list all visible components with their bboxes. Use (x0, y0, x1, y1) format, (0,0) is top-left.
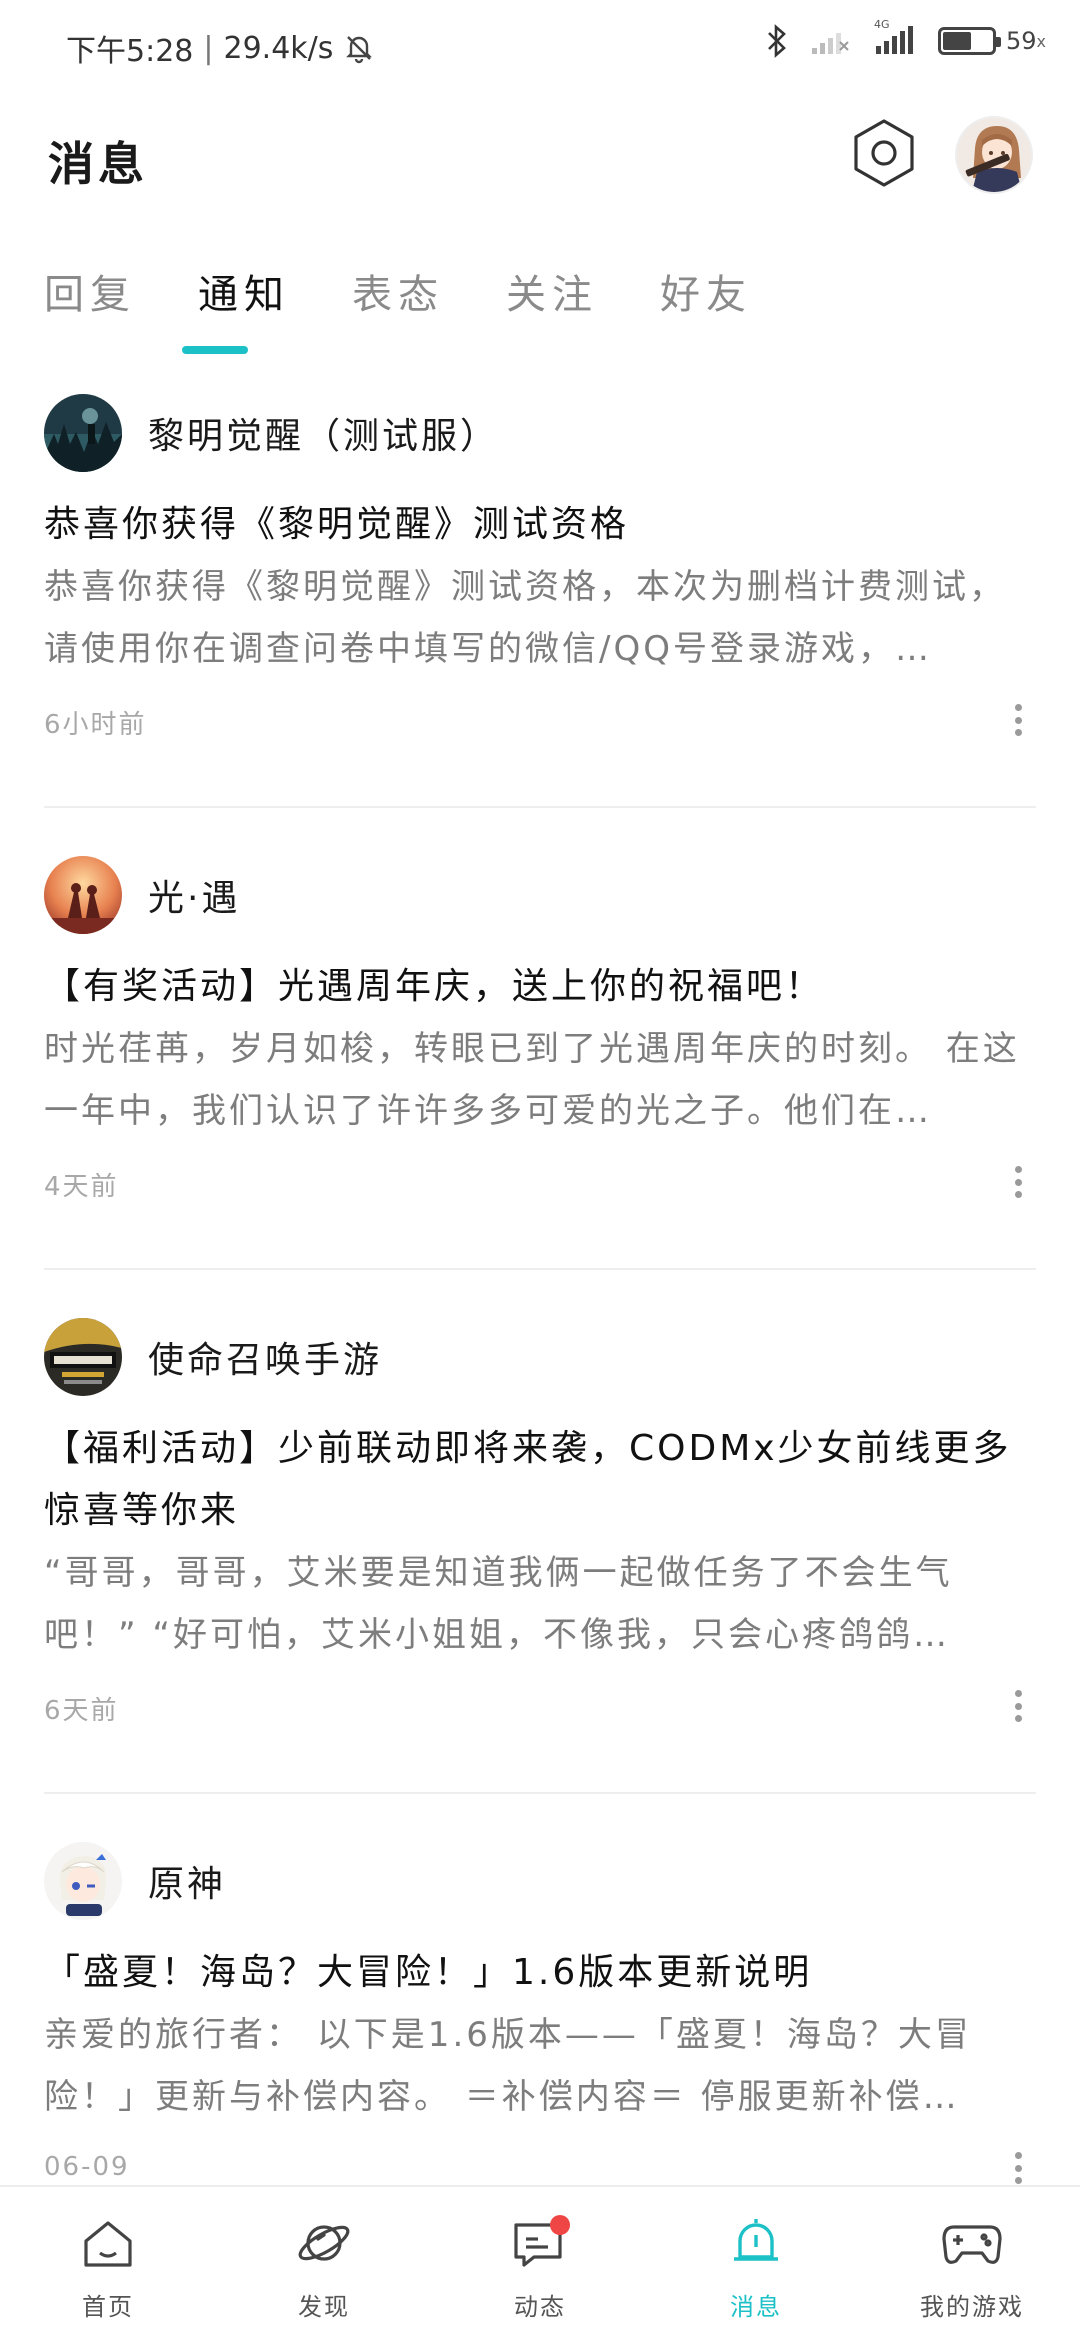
bell-off-icon (343, 32, 375, 64)
nav-discover[interactable]: 发现 (216, 2187, 432, 2340)
nav-my-games[interactable]: 我的游戏 (864, 2187, 1080, 2340)
notification-body: 时光荏苒，岁月如梭，转眼已到了光遇周年庆的时刻。 在这一年中，我们认识了许许多多… (44, 1029, 1020, 1131)
tab-notifications[interactable]: 通知 (198, 262, 290, 342)
network-type-label: 4G (873, 18, 890, 31)
nav-home[interactable]: 首页 (0, 2187, 216, 2340)
settings-button[interactable] (850, 116, 918, 190)
game-avatar[interactable] (44, 1842, 122, 1920)
nav-messages[interactable]: 消息 (648, 2187, 864, 2340)
notification-list: 黎明觉醒（测试服） 恭喜你获得《黎明觉醒》测试资格 恭喜你获得《黎明觉醒》测试资… (0, 388, 1080, 2216)
game-name[interactable]: 黎明觉醒（测试服） (148, 407, 499, 459)
notification-card[interactable]: 光·遇 【有奖活动】光遇周年庆，送上你的祝福吧！ 时光荏苒，岁月如梭，转眼已到了… (0, 850, 1080, 1230)
chat-icon (508, 2211, 572, 2275)
battery-fill (942, 32, 972, 50)
card-footer: 4天前 (44, 1142, 1036, 1230)
notification-title: 「盛夏！海岛？大冒险！」1.6版本更新说明 (44, 1952, 813, 1993)
notification-time: 6天前 (44, 1696, 119, 1726)
card-header: 黎明觉醒（测试服） (44, 388, 1036, 478)
battery-percent: 59 (1005, 27, 1037, 55)
game-avatar[interactable] (44, 1318, 122, 1396)
bell-icon (724, 2211, 788, 2275)
nav-label: 动态 (514, 2293, 566, 2321)
settings-hexagon-icon (854, 119, 914, 187)
notification-body: 亲爱的旅行者： 以下是1.6版本——「盛夏！海岛？大冒险！」更新与补偿内容。 ＝… (44, 2015, 972, 2117)
status-left: 下午5:28 | 29.4k/s (66, 26, 375, 70)
page-header: 消息 (0, 110, 1080, 220)
page-title: 消息 (48, 137, 148, 191)
notification-title: 恭喜你获得《黎明觉醒》测试资格 (44, 504, 630, 545)
nav-label: 我的游戏 (920, 2293, 1024, 2321)
card-header: 光·遇 (44, 850, 1036, 940)
game-name[interactable]: 光·遇 (148, 869, 240, 921)
notification-card[interactable]: 原神 「盛夏！海岛？大冒险！」1.6版本更新说明 亲爱的旅行者： 以下是1.6版… (0, 1836, 1080, 2216)
user-avatar[interactable] (955, 116, 1033, 194)
home-icon (76, 2211, 140, 2275)
notification-time: 6小时前 (44, 710, 147, 740)
notification-card[interactable]: 使命召唤手游 【福利活动】少前联动即将来袭，CODMx少女前线更多惊喜等你来 “… (0, 1312, 1080, 1754)
tab-replies[interactable]: 回复 (44, 262, 136, 342)
planet-icon (292, 2211, 356, 2275)
card-divider (44, 1268, 1036, 1270)
status-separator: | (203, 30, 214, 66)
status-time: 下午5:28 (66, 34, 194, 69)
notification-card[interactable]: 黎明觉醒（测试服） 恭喜你获得《黎明觉醒》测试资格 恭喜你获得《黎明觉醒》测试资… (0, 388, 1080, 768)
card-footer: 6天前 (44, 1666, 1036, 1754)
battery-indicator: 59 x (937, 27, 1046, 55)
cellular-signal-icon: 4G (872, 18, 916, 56)
active-tab-indicator (182, 346, 248, 354)
game-name[interactable]: 使命召唤手游 (148, 1331, 382, 1383)
nav-label: 发现 (298, 2293, 350, 2321)
message-tabs: 回复 通知 表态 关注 好友 (44, 262, 752, 342)
more-options-icon[interactable] (1008, 1686, 1028, 1726)
more-options-icon[interactable] (1008, 1162, 1028, 1202)
game-name[interactable]: 原神 (148, 1855, 226, 1907)
more-options-icon[interactable] (1008, 700, 1028, 740)
game-avatar[interactable] (44, 394, 122, 472)
card-header: 使命召唤手游 (44, 1312, 1036, 1402)
notification-badge-dot (550, 2215, 570, 2235)
bottom-navigation: 首页 发现 动态 消息 我的游戏 (0, 2185, 1080, 2340)
more-options-icon[interactable] (1008, 2148, 1028, 2188)
status-right: 4G 59 x (766, 18, 1046, 58)
battery-icon (937, 27, 1001, 55)
notification-body: “哥哥，哥哥，艾米要是知道我俩一起做任务了不会生气吧！” “好可怕，艾米小姐姐，… (44, 1553, 953, 1655)
bluetooth-icon (766, 24, 788, 58)
card-divider (44, 806, 1036, 808)
wifi-signal-weak-icon (810, 26, 850, 56)
nav-label: 消息 (730, 2293, 782, 2321)
card-divider (44, 1792, 1036, 1794)
card-header: 原神 (44, 1836, 1036, 1926)
tab-following[interactable]: 关注 (506, 262, 598, 342)
gamepad-icon (940, 2211, 1004, 2275)
status-net-speed: 29.4k/s (223, 30, 334, 66)
notification-title: 【福利活动】少前联动即将来袭，CODMx少女前线更多惊喜等你来 (44, 1428, 1012, 1531)
notification-body: 恭喜你获得《黎明觉醒》测试资格，本次为删档计费测试，请使用你在调查问卷中填写的微… (44, 567, 1006, 669)
status-bar: 下午5:28 | 29.4k/s 4G 59 x (0, 0, 1080, 96)
notification-title: 【有奖活动】光遇周年庆，送上你的祝福吧！ (44, 966, 825, 1007)
card-footer: 6小时前 (44, 680, 1036, 768)
tab-friends[interactable]: 好友 (660, 262, 752, 342)
notification-time: 4天前 (44, 1172, 119, 1202)
battery-x-mark: x (1036, 31, 1046, 51)
nav-label: 首页 (82, 2293, 134, 2321)
game-avatar[interactable] (44, 856, 122, 934)
tab-reactions[interactable]: 表态 (352, 262, 444, 342)
nav-feed[interactable]: 动态 (432, 2187, 648, 2340)
notification-time: 06-09 (44, 2152, 130, 2182)
